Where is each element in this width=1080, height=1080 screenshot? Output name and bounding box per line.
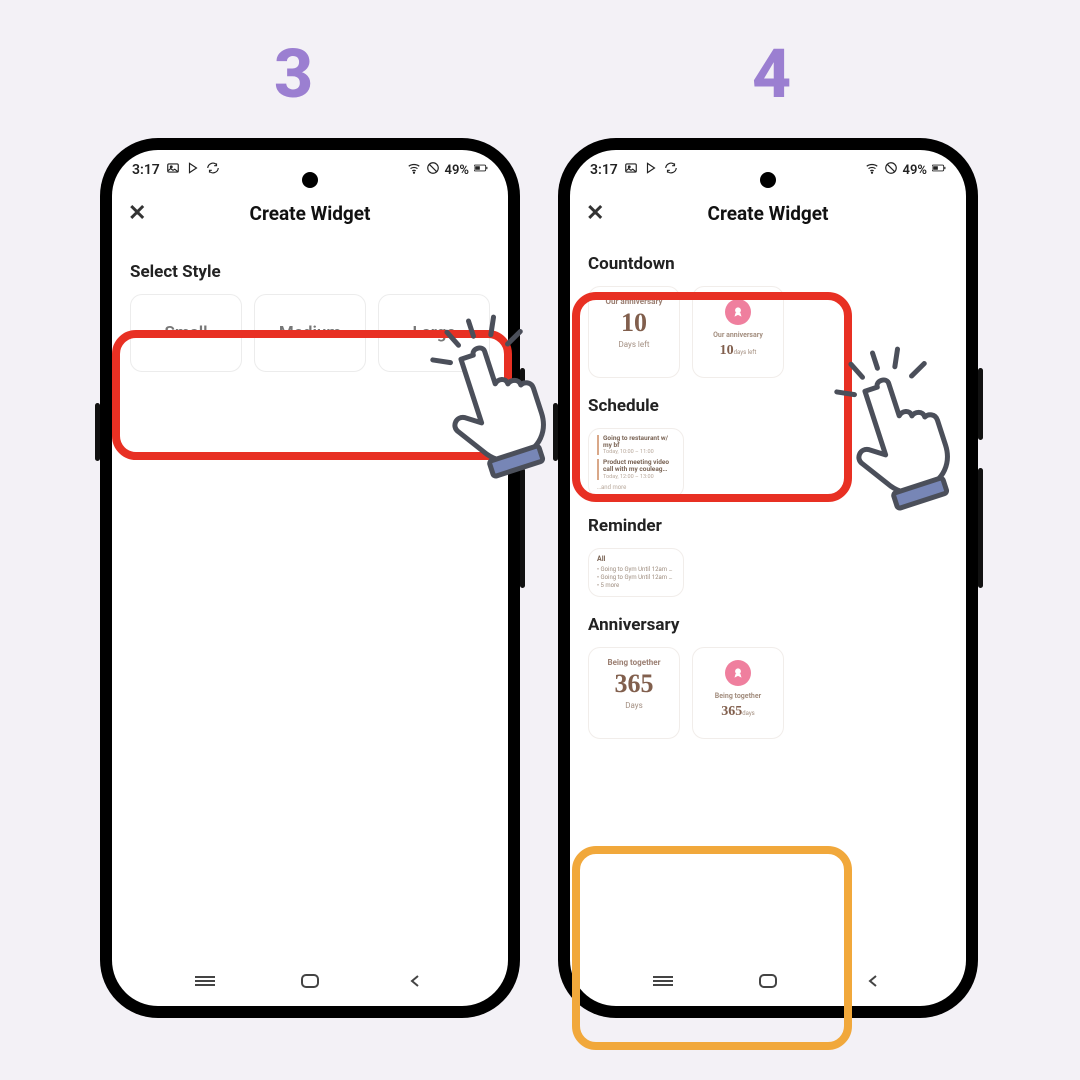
- sync-icon: [206, 161, 220, 179]
- sync-icon: [664, 161, 678, 179]
- battery-icon: [474, 161, 488, 179]
- anniv-b-number: 365: [721, 704, 742, 719]
- anniv-a-number: 365: [599, 669, 669, 699]
- countdown-a-sub: Days left: [599, 340, 669, 349]
- step-number-3: 3: [274, 34, 313, 114]
- status-time: 3:17: [132, 162, 160, 178]
- nav-recent-icon[interactable]: [652, 973, 674, 989]
- battery-icon: [932, 161, 946, 179]
- countdown-widget-a[interactable]: Our anniversary 10 Days left: [588, 286, 680, 378]
- anniv-b-suffix: days: [742, 710, 755, 717]
- reminder-item-1: Going to Gym Until 12am …: [597, 566, 675, 573]
- reminder-widget[interactable]: All Going to Gym Until 12am … Going to G…: [588, 548, 684, 597]
- play-icon: [186, 161, 200, 179]
- anniv-b-title: Being together: [703, 692, 773, 700]
- section-reminder: Reminder: [588, 516, 948, 536]
- battery-text: 49%: [903, 163, 927, 178]
- phone-mockup-3: 3:17 49%: [100, 138, 520, 1018]
- wifi-icon: [865, 161, 879, 179]
- nav-back-icon[interactable]: [404, 973, 426, 989]
- page-title: Create Widget: [708, 202, 829, 225]
- reminder-head: All: [597, 555, 675, 563]
- nav-home-icon[interactable]: [757, 973, 779, 989]
- nav-back-icon[interactable]: [862, 973, 884, 989]
- block-icon: [426, 161, 440, 179]
- sched-item-2-time: Today, 12:00 – 13:00: [603, 474, 675, 480]
- size-small-button[interactable]: Small: [130, 294, 242, 372]
- status-time: 3:17: [590, 162, 618, 178]
- nav-home-icon[interactable]: [299, 973, 321, 989]
- title-bar: ✕ Create Widget: [570, 190, 966, 236]
- schedule-widget[interactable]: Going to restaurant w/ my bf Today, 10:0…: [588, 428, 684, 498]
- step-number-4: 4: [752, 34, 791, 114]
- status-bar: 3:17 49%: [112, 150, 508, 190]
- countdown-b-number: 10: [720, 343, 734, 358]
- sched-item-2-title: Product meeting video call with my coule…: [603, 459, 675, 473]
- size-medium-button[interactable]: Medium: [254, 294, 366, 372]
- section-schedule: Schedule: [588, 396, 948, 416]
- title-bar: ✕ Create Widget: [112, 190, 508, 236]
- page-title: Create Widget: [250, 202, 371, 225]
- play-icon: [644, 161, 658, 179]
- section-select-style: Select Style: [130, 262, 490, 282]
- medal-icon: [725, 660, 751, 686]
- section-countdown: Countdown: [588, 254, 948, 274]
- image-icon: [624, 161, 638, 179]
- block-icon: [884, 161, 898, 179]
- sched-item-1-title: Going to restaurant w/ my bf: [603, 435, 675, 449]
- countdown-widget-b[interactable]: Our anniversary 10days left: [692, 286, 784, 378]
- anniversary-widget-b[interactable]: Being together 365days: [692, 647, 784, 739]
- image-icon: [166, 161, 180, 179]
- sched-more: …and more: [597, 484, 675, 491]
- section-anniversary: Anniversary: [588, 615, 948, 635]
- android-nav-bar: [112, 956, 508, 1006]
- phone-screen: 3:17 49%: [570, 150, 966, 1006]
- size-large-button[interactable]: Large: [378, 294, 490, 372]
- countdown-b-title: Our anniversary: [703, 331, 773, 339]
- nav-recent-icon[interactable]: [194, 973, 216, 989]
- countdown-a-title: Our anniversary: [599, 297, 669, 306]
- reminder-item-3: 5 more: [597, 582, 675, 589]
- android-nav-bar: [570, 956, 966, 1006]
- battery-text: 49%: [445, 163, 469, 178]
- countdown-a-number: 10: [599, 308, 669, 338]
- anniversary-widget-a[interactable]: Being together 365 Days: [588, 647, 680, 739]
- countdown-b-suffix: days left: [734, 349, 757, 356]
- close-icon[interactable]: ✕: [586, 201, 604, 226]
- anniv-a-sub: Days: [599, 701, 669, 710]
- phone-screen: 3:17 49%: [112, 150, 508, 1006]
- reminder-item-2: Going to Gym Until 12am …: [597, 574, 675, 581]
- anniv-a-title: Being together: [599, 658, 669, 667]
- medal-icon: [725, 299, 751, 325]
- wifi-icon: [407, 161, 421, 179]
- status-bar: 3:17 49%: [570, 150, 966, 190]
- close-icon[interactable]: ✕: [128, 201, 146, 226]
- sched-item-1-time: Today, 10:00 – 11:00: [603, 449, 675, 455]
- phone-mockup-4: 3:17 49%: [558, 138, 978, 1018]
